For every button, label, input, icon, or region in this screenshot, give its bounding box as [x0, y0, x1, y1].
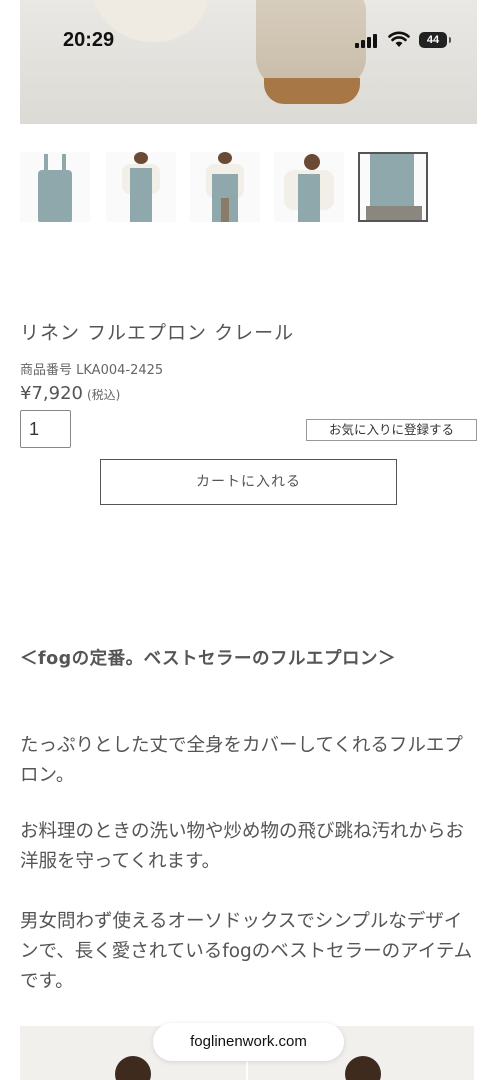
description-paragraph: 男女問わず使えるオーソドックスでシンプルなデザインで、長く愛されているfogのベ… — [20, 911, 473, 992]
thumb-apron-flat[interactable] — [20, 152, 90, 222]
status-time: 20:29 — [63, 29, 115, 51]
thumb-model-back[interactable] — [190, 152, 260, 222]
description-heading: ＜fogの定番。ベストセラーのフルエプロン＞ — [20, 649, 397, 669]
model-image-left — [115, 1056, 151, 1080]
price-value: ¥7,920 — [20, 383, 83, 404]
product-title: リネン フルエプロン クレール — [20, 322, 295, 344]
thumb-model-seated[interactable] — [274, 152, 344, 222]
description-paragraph: たっぷりとした丈で全身をカバーしてくれるフルエプロン。 — [20, 735, 463, 786]
quantity-input[interactable]: 1 — [20, 410, 71, 448]
battery-icon: 44 — [419, 32, 451, 48]
browser-url-bar[interactable]: foglinenwork.com — [153, 1023, 344, 1061]
tax-note: (税込) — [86, 388, 121, 402]
description-paragraph: お料理のときの洗い物や炒め物の飛び跳ね汚れからお洋服を守ってくれます。 — [20, 821, 465, 872]
product-price: ¥7,920 (税込) — [20, 383, 120, 404]
thumbnail-gallery — [20, 152, 440, 226]
wifi-icon — [388, 31, 410, 47]
add-to-favorites-button[interactable]: お気に入りに登録する — [306, 419, 477, 441]
thumb-apron-detail[interactable] — [358, 152, 428, 222]
status-bar: 20:29 44 — [0, 0, 497, 80]
model-image-right — [345, 1056, 381, 1080]
product-sku: 商品番号 LKA004-2425 — [20, 363, 164, 378]
shoe-sole — [264, 78, 360, 104]
thumb-model-front[interactable] — [106, 152, 176, 222]
cellular-signal-icon — [355, 34, 379, 48]
add-to-cart-button[interactable]: カートに入れる — [100, 459, 397, 505]
